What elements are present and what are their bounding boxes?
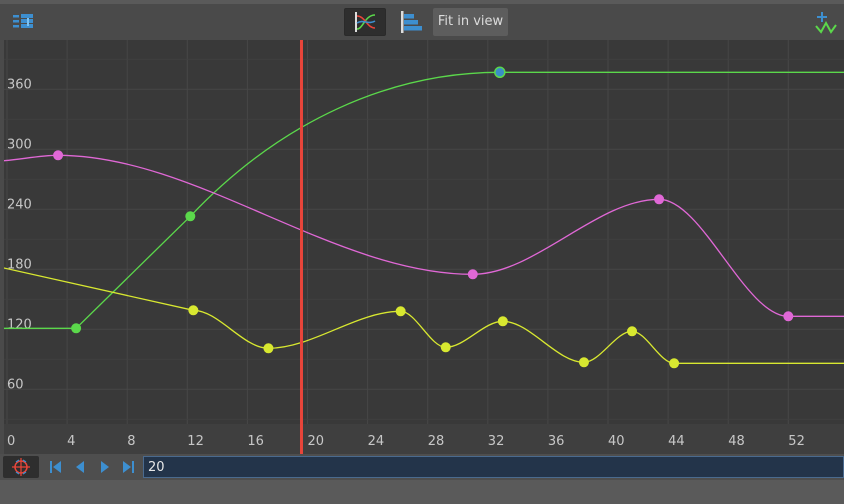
y-tick-label: 240 [7, 197, 32, 212]
x-tick-label: 20 [308, 434, 325, 449]
x-tick-label: 8 [127, 434, 135, 449]
keyframe-point[interactable] [669, 358, 680, 369]
fit-in-view-button[interactable]: Fit in view [433, 8, 508, 36]
y-tick-label: 60 [7, 377, 24, 392]
step-back-icon[interactable] [72, 459, 88, 475]
fit-in-view-label: Fit in view [437, 14, 504, 29]
keyframe-point[interactable] [188, 305, 199, 316]
keyframe-point[interactable] [440, 342, 451, 353]
keyframe-point[interactable] [53, 150, 64, 161]
keyframe-point[interactable] [783, 311, 794, 322]
x-tick-label: 36 [548, 434, 565, 449]
x-tick-label: 12 [187, 434, 204, 449]
toolbar: Fit in view [0, 4, 844, 40]
keyframe-point[interactable] [71, 323, 82, 334]
x-tick-label: 24 [368, 434, 385, 449]
snap-keys-icon[interactable] [3, 456, 39, 478]
x-tick-label: 40 [608, 434, 625, 449]
dope-sheet-icon[interactable] [394, 8, 426, 36]
keyframe-point[interactable] [578, 357, 589, 368]
play-icon[interactable] [97, 459, 113, 475]
transport-bar [0, 454, 844, 480]
x-tick-label: 4 [67, 434, 75, 449]
add-curve-icon[interactable] [812, 8, 842, 36]
jump-last-icon[interactable] [121, 459, 137, 475]
keyframe-point[interactable] [654, 194, 665, 205]
x-tick-label: 28 [428, 434, 445, 449]
x-tick-label: 52 [788, 434, 805, 449]
keyframe-point[interactable] [467, 269, 478, 280]
keyframe-point[interactable] [185, 211, 196, 222]
x-tick-label: 44 [668, 434, 685, 449]
sidebar-list-icon[interactable] [8, 8, 38, 36]
x-tick-label: 0 [7, 434, 15, 449]
keyframe-point[interactable] [497, 316, 508, 327]
current-frame-input[interactable] [143, 456, 844, 478]
keyframe-point[interactable] [263, 343, 274, 354]
keyframe-point[interactable] [494, 66, 506, 79]
keyframe-point[interactable] [627, 326, 638, 337]
curve-editor-window: Fit in view 60 120 180 240 300 360 0 4 8 12 16 20 2… [0, 0, 844, 504]
status-bar [0, 480, 844, 504]
jump-first-icon[interactable] [47, 459, 63, 475]
keyframe-point[interactable] [395, 306, 406, 317]
y-tick-label: 300 [7, 137, 32, 152]
curve-graph[interactable]: 60 120 180 240 300 360 0 4 8 12 16 20 24 28 32 36 40 44 4… [0, 40, 844, 454]
x-tick-label: 48 [728, 434, 745, 449]
curve-editor-icon[interactable] [344, 8, 386, 36]
y-tick-label: 360 [7, 77, 32, 92]
x-tick-label: 32 [488, 434, 505, 449]
y-tick-label: 120 [7, 317, 32, 332]
x-tick-label: 16 [247, 434, 264, 449]
